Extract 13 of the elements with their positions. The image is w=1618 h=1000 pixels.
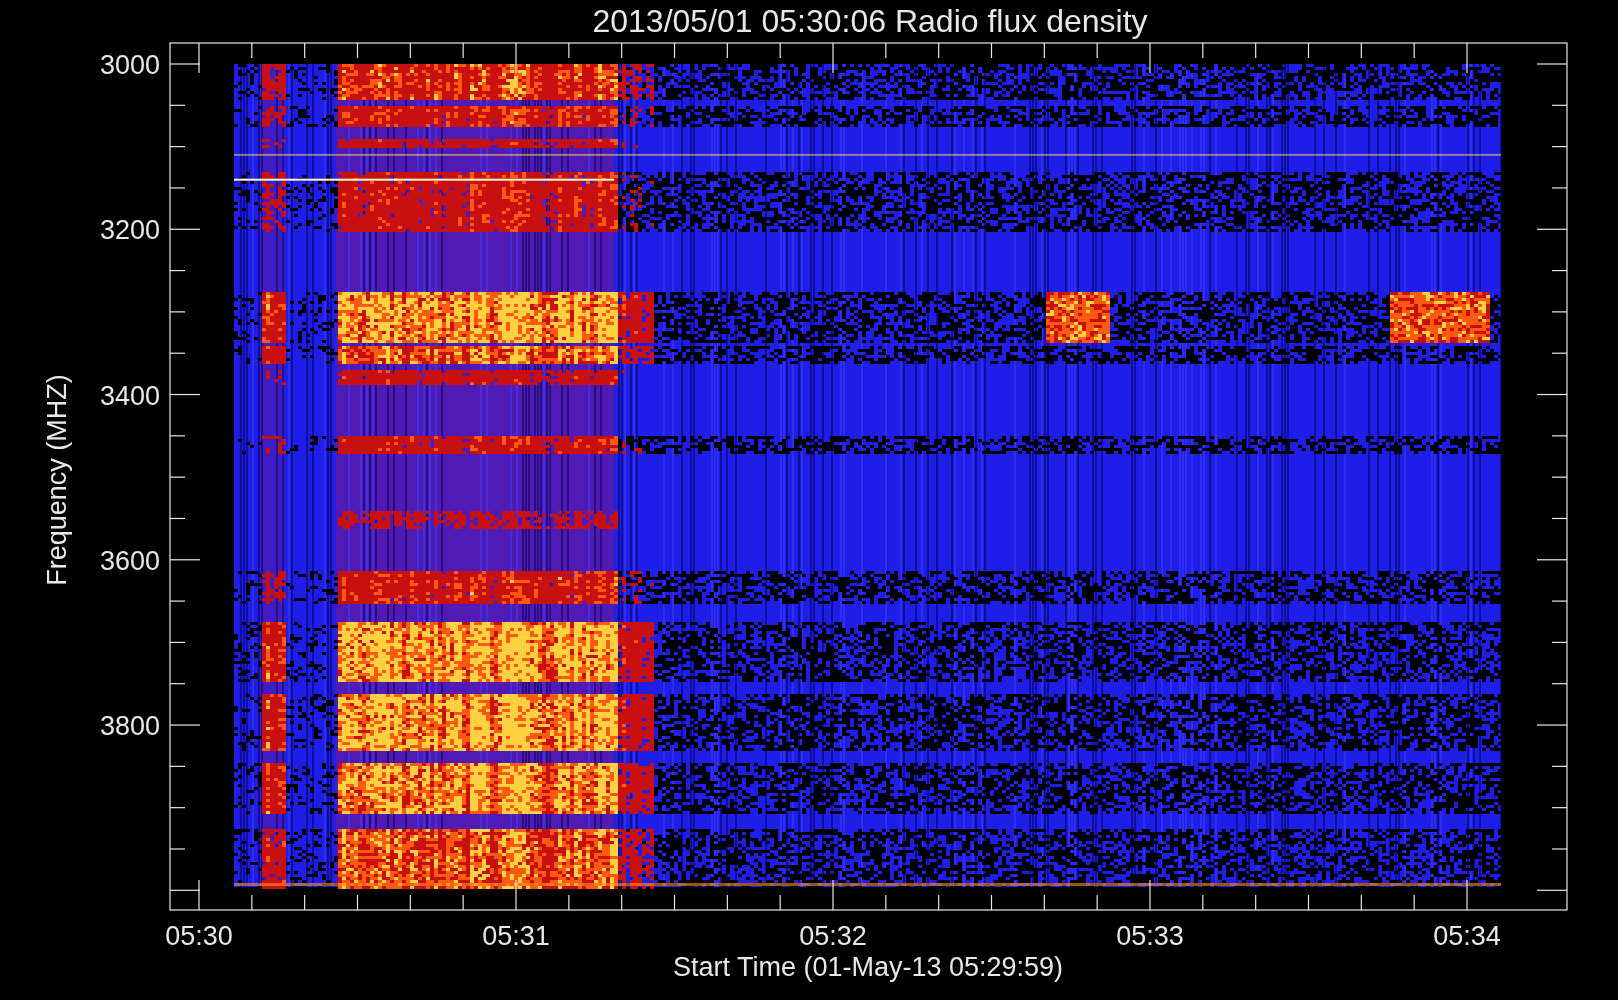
x-axis-label: Start Time (01-May-13 05:29:59) <box>672 952 1064 982</box>
plot-title: 2013/05/01 05:30:06 Radio flux density <box>592 3 1148 39</box>
x-tick-label: 05:31 <box>482 921 550 951</box>
y-tick-label: 3800 <box>99 711 160 742</box>
x-tick-label: 05:34 <box>1433 921 1501 951</box>
x-tick-label: 05:30 <box>165 921 233 951</box>
y-tick-label: 3400 <box>99 380 160 411</box>
y-tick-label: 3600 <box>99 545 160 576</box>
y-tick-label: 3000 <box>99 50 160 80</box>
x-tick-label: 05:32 <box>799 921 867 951</box>
x-tick-label: 05:33 <box>1116 921 1184 951</box>
y-tick-label: 3200 <box>99 215 160 246</box>
y-axis-label: Frequency (MHZ) <box>42 374 72 586</box>
